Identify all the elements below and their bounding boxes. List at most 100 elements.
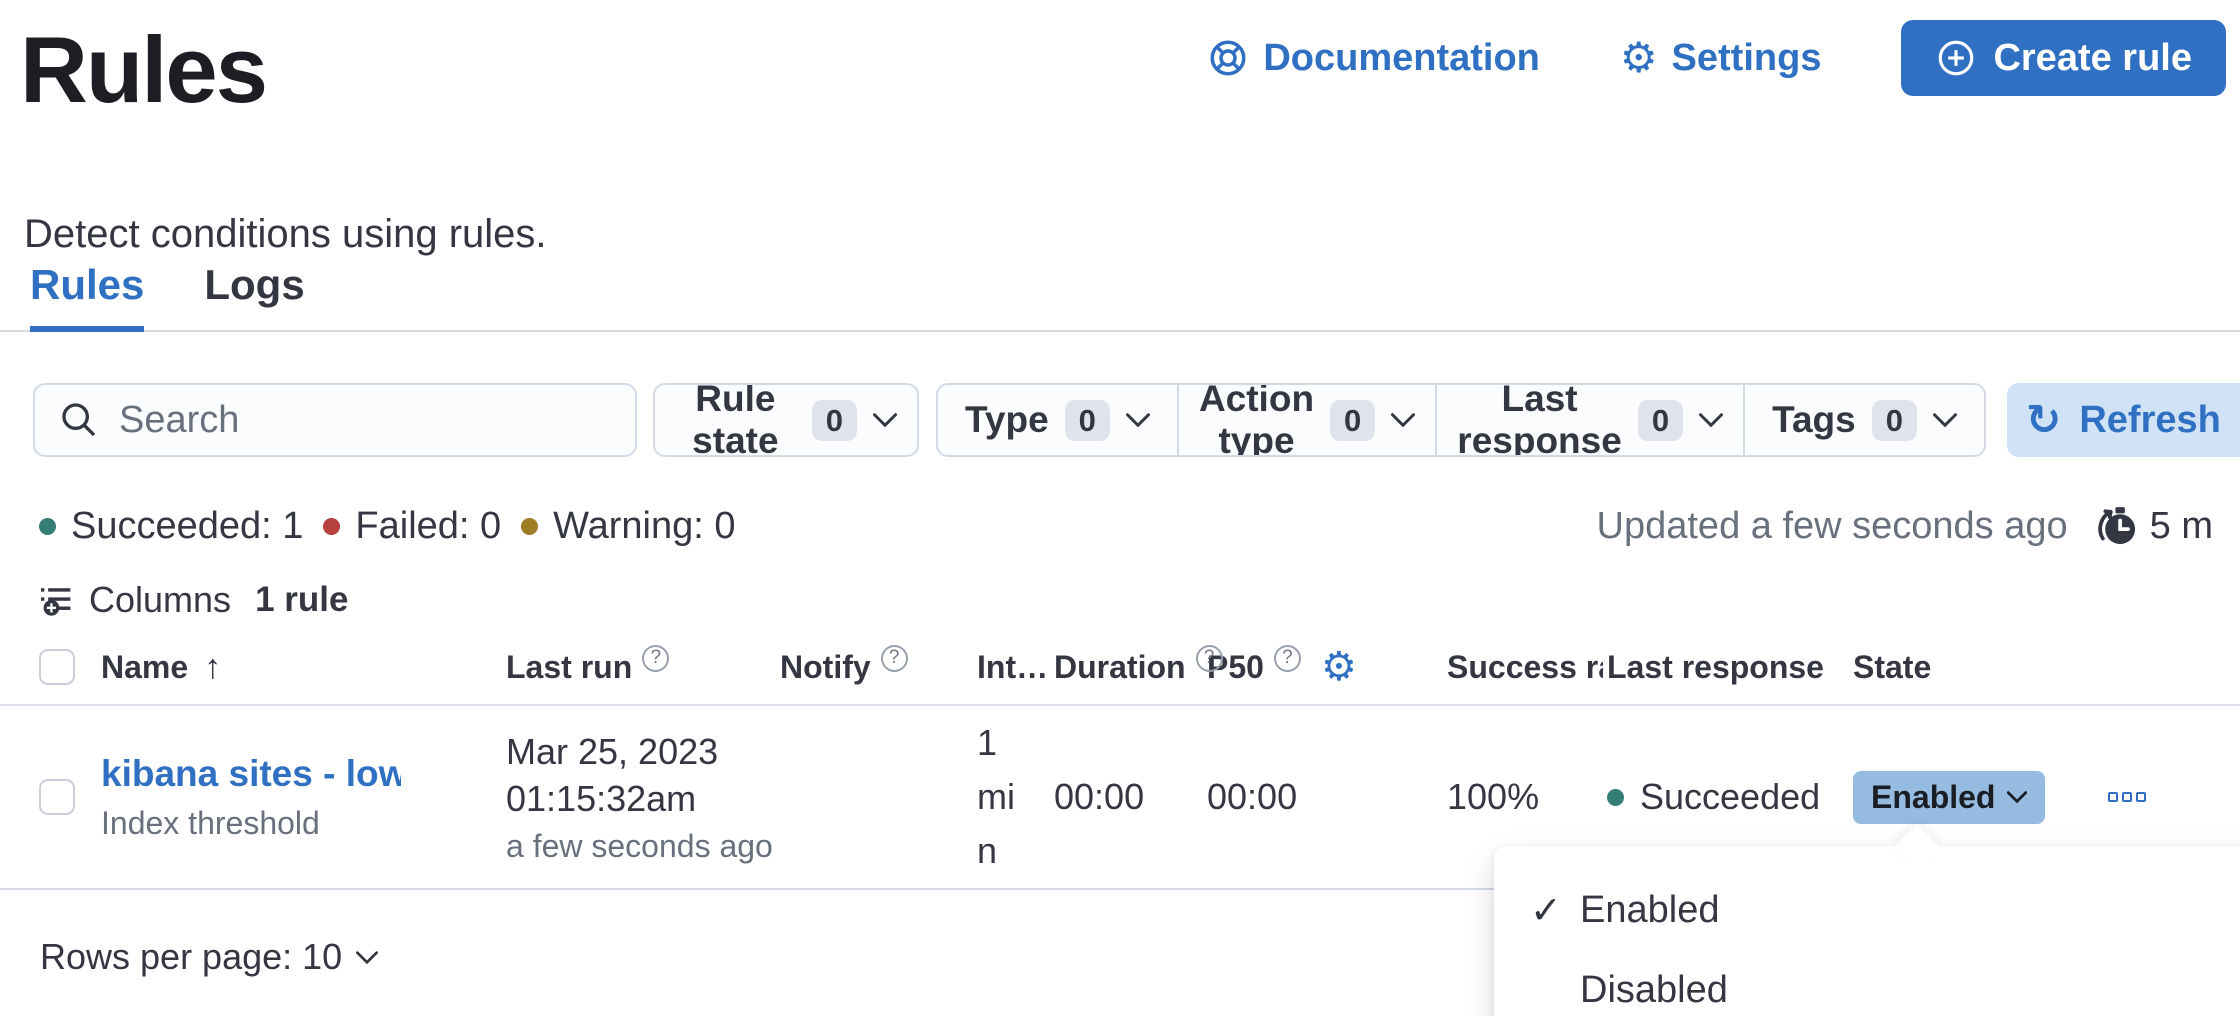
column-header-notify: Notify ? (780, 649, 977, 686)
popover-item-enabled[interactable]: ✓ Enabled (1494, 870, 2240, 950)
help-icon[interactable]: ? (1274, 645, 1301, 672)
tab-rules[interactable]: Rules (30, 250, 144, 332)
refresh-interval-button[interactable]: 5 m (2096, 504, 2213, 548)
tab-logs[interactable]: Logs (204, 250, 304, 332)
column-header-last-response: Last response (1607, 649, 1853, 686)
create-rule-button[interactable]: Create rule (1901, 20, 2226, 96)
search-box (33, 383, 637, 457)
column-header-duration: Duration ? (1054, 649, 1207, 686)
filter-last-response[interactable]: Last response 0 (1435, 385, 1743, 455)
sort-ascending-icon: ↑ (204, 648, 221, 687)
state-value: Enabled (1871, 779, 1995, 816)
status-right: Updated a few seconds ago 5 m (1597, 504, 2213, 548)
refresh-label: Refresh (2079, 399, 2221, 442)
last-run-time: 01:15:32am (506, 776, 780, 823)
state-popover: ✓ Enabled Disabled (1494, 846, 2240, 1016)
help-icon[interactable]: ? (642, 645, 669, 672)
header-actions: Documentation ⚙ Settings Create rule (1207, 20, 2226, 96)
rule-name-cell: kibana sites - low bytes Index threshold (101, 753, 506, 842)
boxes-horizontal-icon (2136, 792, 2146, 802)
filter-rule-state-label: Rule state (675, 383, 796, 457)
failed-count: Failed: 0 (355, 505, 501, 548)
refresh-button[interactable]: ↻ Refresh (2007, 383, 2240, 457)
rows-per-page-button[interactable]: Rows per page: 10 (40, 936, 378, 978)
chevron-down-icon (1699, 413, 1723, 427)
columns-label: Columns (89, 579, 231, 621)
stopwatch-icon (2096, 504, 2138, 548)
create-rule-label: Create rule (1993, 37, 2192, 80)
chevron-down-icon (1391, 413, 1415, 427)
rule-name-link[interactable]: kibana sites - low bytes (101, 753, 401, 795)
boxes-horizontal-icon (2122, 792, 2132, 802)
column-header-interval: Interval (977, 649, 1054, 686)
column-header-p50: P50 ? ⚙ (1207, 647, 1447, 687)
table-toolbar: Columns 1 rule (39, 578, 348, 622)
search-icon (59, 400, 99, 440)
popover-item-label: Disabled (1580, 969, 1728, 1012)
last-run-cell: Mar 25, 2023 01:15:32am a few seconds ag… (506, 729, 780, 866)
succeeded-dot-icon (39, 518, 56, 535)
filter-action-type[interactable]: Action type 0 (1177, 385, 1435, 455)
success-rate-cell: 100% (1447, 776, 1607, 818)
actions-cell (2100, 792, 2240, 802)
execution-status-summary: Succeeded: 1 Failed: 0 Warning: 0 (39, 505, 736, 548)
warning-count: Warning: 0 (553, 505, 735, 548)
help-icon[interactable]: ? (881, 645, 908, 672)
popover-item-disabled[interactable]: Disabled (1494, 950, 2240, 1016)
column-header-state: State (1853, 649, 2100, 686)
filter-action-type-label: Action type (1199, 383, 1314, 457)
filter-last-response-label: Last response (1457, 383, 1622, 457)
updated-timestamp: Updated a few seconds ago (1597, 505, 2068, 548)
status-failed: Failed: 0 (323, 505, 501, 548)
documentation-label: Documentation (1263, 37, 1540, 80)
last-run-relative: a few seconds ago (506, 828, 780, 865)
column-header-success-rate: Success rate (1447, 649, 1607, 686)
filter-rule-state[interactable]: Rule state 0 (655, 385, 917, 455)
table-header-row: Name ↑ Last run ? Notify ? Interval Dura… (0, 630, 2240, 706)
p50-cell: 00:00 (1207, 776, 1447, 818)
warning-dot-icon (521, 518, 538, 535)
plus-circle-icon (1935, 37, 1977, 79)
columns-icon (39, 583, 73, 617)
status-succeeded: Succeeded: 1 (39, 505, 303, 548)
refresh-icon: ↻ (2026, 399, 2061, 441)
interval-cell: 1 min (977, 716, 1054, 878)
filters-group: Type 0 Action type 0 Last response 0 Tag… (936, 383, 1986, 457)
succeeded-count: Succeeded: 1 (71, 505, 303, 548)
filter-row: Rule state 0 Type 0 Action type 0 Last r… (33, 383, 2240, 457)
help-icon[interactable]: ? (1196, 645, 1223, 672)
select-all-checkbox[interactable] (39, 649, 75, 685)
refresh-interval-value: 5 m (2150, 505, 2213, 548)
filter-tags-count: 0 (1872, 400, 1917, 441)
filter-type-count: 0 (1065, 400, 1110, 441)
search-input[interactable] (119, 399, 611, 442)
last-response-value: Succeeded (1640, 776, 1820, 818)
row-checkbox[interactable] (39, 779, 75, 815)
filter-last-response-count: 0 (1638, 400, 1683, 441)
filter-type-label: Type (965, 399, 1049, 441)
state-dropdown-button[interactable]: Enabled (1853, 771, 2045, 824)
row-actions-button[interactable] (2108, 792, 2146, 802)
popover-item-label: Enabled (1580, 889, 1719, 932)
check-icon: ✓ (1530, 888, 1562, 933)
chevron-down-icon (1126, 413, 1150, 427)
state-cell: Enabled (1853, 771, 2100, 824)
gear-icon[interactable]: ⚙ (1321, 647, 1357, 687)
last-run-date: Mar 25, 2023 (506, 729, 780, 776)
rule-type-label: Index threshold (101, 805, 506, 842)
column-header-name[interactable]: Name ↑ (101, 648, 506, 687)
filter-action-type-count: 0 (1330, 400, 1375, 441)
succeeded-dot-icon (1607, 789, 1624, 806)
column-header-last-run: Last run ? (506, 649, 780, 686)
boxes-horizontal-icon (2108, 792, 2118, 802)
chevron-down-icon (2007, 791, 2027, 803)
filter-tags[interactable]: Tags 0 (1743, 385, 1984, 455)
last-response-cell: Succeeded (1607, 776, 1853, 818)
filter-type[interactable]: Type 0 (938, 385, 1177, 455)
documentation-link[interactable]: Documentation (1207, 37, 1540, 80)
filter-tags-label: Tags (1772, 399, 1856, 441)
settings-link[interactable]: ⚙ Settings (1620, 37, 1822, 80)
status-warning: Warning: 0 (521, 505, 735, 548)
failed-dot-icon (323, 518, 340, 535)
columns-button[interactable]: Columns (39, 579, 231, 621)
